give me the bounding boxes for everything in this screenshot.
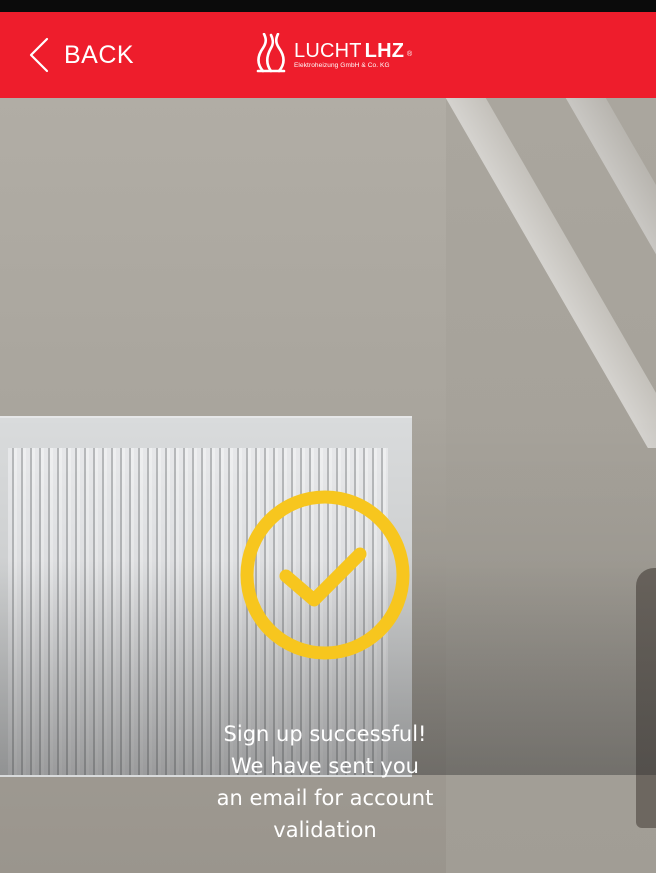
logo-brand-light: LUCHT [294,39,362,62]
flame-logo-icon [254,32,288,78]
success-message-line: validation [273,818,377,842]
back-label: BACK [64,40,135,69]
back-button[interactable]: BACK [28,12,134,98]
success-message-line: Sign up successful! [223,722,427,746]
success-message-line: We have sent you [231,754,419,778]
success-message-line: an email for account [216,786,434,810]
lucht-lhz-logo: LUCHT LHZ Elektroheizung GmbH & Co. KG ® [254,26,412,84]
checkmark-circle-icon [234,484,416,666]
app-header: BACK LUCHT LHZ Elektroheizung GmbH & Co. … [0,12,656,98]
status-bar-strip [0,0,656,12]
logo-subtitle: Elektroheizung GmbH & Co. KG [294,61,390,69]
chevron-left-icon [28,37,50,73]
logo-registered-mark: ® [406,50,413,58]
signup-success-screen: BACK LUCHT LHZ Elektroheizung GmbH & Co. … [0,0,656,873]
logo-brand-bold: LHZ [364,39,405,62]
logo-wordmark: LUCHT LHZ [294,41,404,61]
success-message: Sign up successful! We have sent you an … [178,718,472,846]
